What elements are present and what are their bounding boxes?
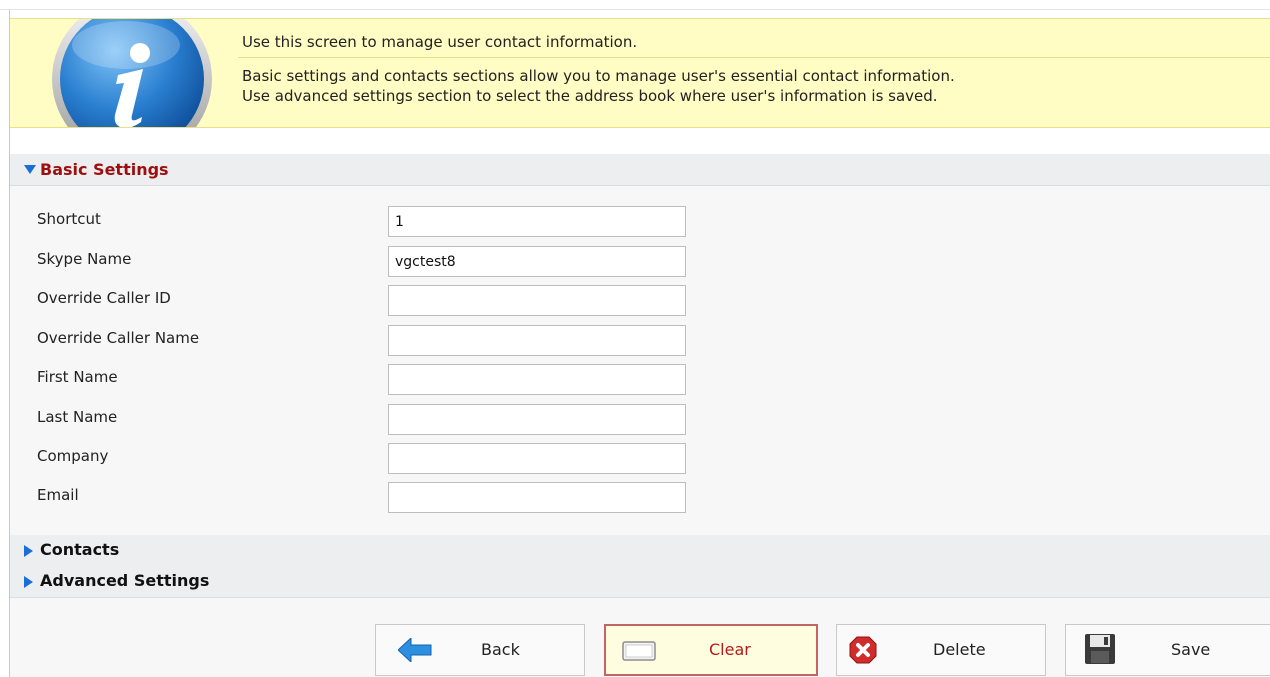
- arrow-left-icon: [398, 638, 432, 662]
- save-button[interactable]: Save: [1065, 624, 1270, 676]
- info-text-line2: Basic settings and contacts sections all…: [242, 67, 955, 85]
- shortcut-input[interactable]: [388, 206, 686, 237]
- override-caller-id-input[interactable]: [388, 285, 686, 316]
- clear-button[interactable]: Clear: [604, 624, 818, 676]
- section-title-basic-settings: Basic Settings: [40, 160, 169, 179]
- override-caller-id-label: Override Caller ID: [37, 289, 171, 307]
- last-name-label: Last Name: [37, 408, 118, 426]
- info-divider: [238, 57, 1270, 58]
- override-caller-name-input[interactable]: [388, 325, 686, 356]
- eraser-icon: [622, 641, 656, 661]
- email-input[interactable]: [388, 482, 686, 513]
- section-header-basic-settings[interactable]: Basic Settings: [10, 154, 1270, 186]
- form-row-company: Company: [10, 439, 1270, 474]
- form-row-override-caller-name: Override Caller Name: [10, 321, 1270, 356]
- triangle-right-icon: [24, 545, 33, 557]
- delete-button[interactable]: Delete: [836, 624, 1046, 676]
- shortcut-label: Shortcut: [37, 210, 101, 228]
- form-row-first-name: First Name: [10, 360, 1270, 395]
- top-border: [0, 9, 1270, 10]
- first-name-input[interactable]: [388, 364, 686, 395]
- section-header-advanced-settings[interactable]: Advanced Settings: [10, 566, 1270, 598]
- back-button-label: Back: [481, 640, 520, 659]
- company-input[interactable]: [388, 443, 686, 474]
- last-name-input[interactable]: [388, 404, 686, 435]
- info-text-line3: Use advanced settings section to select …: [242, 87, 938, 105]
- first-name-label: First Name: [37, 368, 118, 386]
- form-row-last-name: Last Name: [10, 400, 1270, 435]
- form-row-shortcut: Shortcut: [10, 202, 1270, 237]
- basic-settings-form: Shortcut Skype Name Override Caller ID O…: [10, 186, 1270, 535]
- email-label: Email: [37, 486, 79, 504]
- info-banner: Use this screen to manage user contact i…: [10, 18, 1270, 128]
- delete-button-label: Delete: [933, 640, 986, 659]
- section-header-contacts[interactable]: Contacts: [10, 535, 1270, 567]
- info-icon: [52, 19, 212, 127]
- form-row-override-caller-id: Override Caller ID: [10, 281, 1270, 316]
- floppy-disk-icon: [1085, 634, 1115, 664]
- section-title-contacts: Contacts: [40, 540, 120, 559]
- delete-x-icon: [849, 636, 877, 664]
- company-label: Company: [37, 447, 109, 465]
- triangle-down-icon: [24, 165, 36, 174]
- form-row-skype-name: Skype Name: [10, 242, 1270, 277]
- save-button-label: Save: [1171, 640, 1211, 659]
- section-title-advanced-settings: Advanced Settings: [40, 571, 210, 590]
- info-text-line1: Use this screen to manage user contact i…: [242, 33, 638, 51]
- form-row-email: Email: [10, 478, 1270, 513]
- back-button[interactable]: Back: [375, 624, 585, 676]
- skype-name-input[interactable]: [388, 246, 686, 277]
- clear-button-label: Clear: [709, 640, 751, 659]
- skype-name-label: Skype Name: [37, 250, 132, 268]
- override-caller-name-label: Override Caller Name: [37, 329, 200, 347]
- triangle-right-icon: [24, 576, 33, 588]
